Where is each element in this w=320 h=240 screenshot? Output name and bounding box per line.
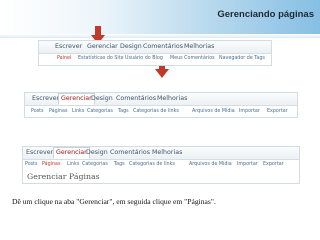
- submenu-exportar[interactable]: Exportar: [263, 161, 284, 169]
- submenu-paginas[interactable]: Páginas: [49, 108, 67, 116]
- submenu-paginas[interactable]: Páginas: [42, 161, 60, 169]
- submenu-posts[interactable]: Posts: [31, 108, 44, 116]
- menu-comentarios[interactable]: Comentários: [116, 94, 156, 104]
- menu-design[interactable]: Design: [120, 42, 142, 52]
- submenu-usuario-blog[interactable]: Usuário do Blog: [125, 55, 163, 63]
- main-menu: Escrever Gerenciar Design Comentários Me…: [39, 41, 271, 54]
- slide-header: Gerenciando páginas: [0, 0, 320, 34]
- admin-panel-3: Escrever Gerenciar Design Comentários Me…: [22, 146, 300, 184]
- menu-gerenciar[interactable]: Gerenciar: [58, 93, 95, 105]
- main-menu: Escrever Gerenciar Design Comentários Me…: [25, 93, 297, 106]
- submenu-estatisticas[interactable]: Estatísticas do Site: [78, 55, 124, 63]
- menu-comentarios[interactable]: Comentários: [143, 42, 183, 52]
- sub-menu: Posts Páginas Links Categorias Tags Cate…: [25, 107, 297, 117]
- menu-escrever[interactable]: Escrever: [26, 148, 53, 158]
- header-divider: [0, 34, 320, 38]
- menu-melhorias[interactable]: Melhorias: [152, 148, 182, 158]
- instruction-caption: Dê um clique na aba "Gerenciar", em segu…: [12, 197, 216, 206]
- submenu-tags[interactable]: Tags: [118, 108, 129, 116]
- submenu-exportar[interactable]: Exportar: [267, 108, 288, 116]
- submenu-posts[interactable]: Posts: [25, 161, 38, 169]
- submenu-arquivos-midia[interactable]: Arquivos de Mídia: [192, 108, 235, 116]
- submenu-painel[interactable]: Painel: [57, 55, 71, 63]
- submenu-categorias[interactable]: Categorias: [82, 161, 108, 169]
- admin-panel-1: Escrever Gerenciar Design Comentários Me…: [38, 40, 272, 66]
- submenu-categorias[interactable]: Categorias: [87, 108, 113, 116]
- menu-gerenciar[interactable]: Gerenciar: [53, 147, 90, 159]
- sub-menu: Posts Páginas Links Categorias Tags Cate…: [23, 160, 299, 170]
- main-menu: Escrever Gerenciar Design Comentários Me…: [23, 147, 299, 160]
- submenu-meus-comentarios[interactable]: Meus Comentários: [170, 55, 215, 63]
- menu-melhorias[interactable]: Melhorias: [184, 42, 214, 52]
- submenu-categorias-links[interactable]: Categorias de links: [133, 108, 179, 116]
- admin-panel-2: Escrever Gerenciar Design Comentários Me…: [24, 92, 298, 118]
- menu-comentarios[interactable]: Comentários: [110, 148, 150, 158]
- submenu-links[interactable]: Links: [67, 161, 79, 169]
- slide-title: Gerenciando páginas: [217, 9, 314, 20]
- submenu-links[interactable]: Links: [72, 108, 84, 116]
- menu-design[interactable]: Design: [91, 94, 113, 104]
- menu-gerenciar[interactable]: Gerenciar: [87, 42, 118, 52]
- submenu-importar[interactable]: Importar: [237, 161, 258, 169]
- menu-design[interactable]: Design: [86, 148, 108, 158]
- submenu-arquivos-midia[interactable]: Arquivos de Mídia: [189, 161, 232, 169]
- submenu-importar[interactable]: Importar: [239, 108, 260, 116]
- submenu-categorias-links[interactable]: Categorias de links: [129, 161, 175, 169]
- sub-menu: Painel Estatísticas do Site Usuário do B…: [39, 54, 271, 64]
- submenu-tags[interactable]: Tags: [114, 161, 125, 169]
- menu-escrever[interactable]: Escrever: [32, 94, 59, 104]
- menu-melhorias[interactable]: Melhorias: [157, 94, 187, 104]
- menu-escrever[interactable]: Escrever: [55, 42, 82, 52]
- submenu-navegador-tags[interactable]: Navegador de Tags: [219, 55, 265, 63]
- page-title: Gerenciar Páginas: [27, 172, 100, 181]
